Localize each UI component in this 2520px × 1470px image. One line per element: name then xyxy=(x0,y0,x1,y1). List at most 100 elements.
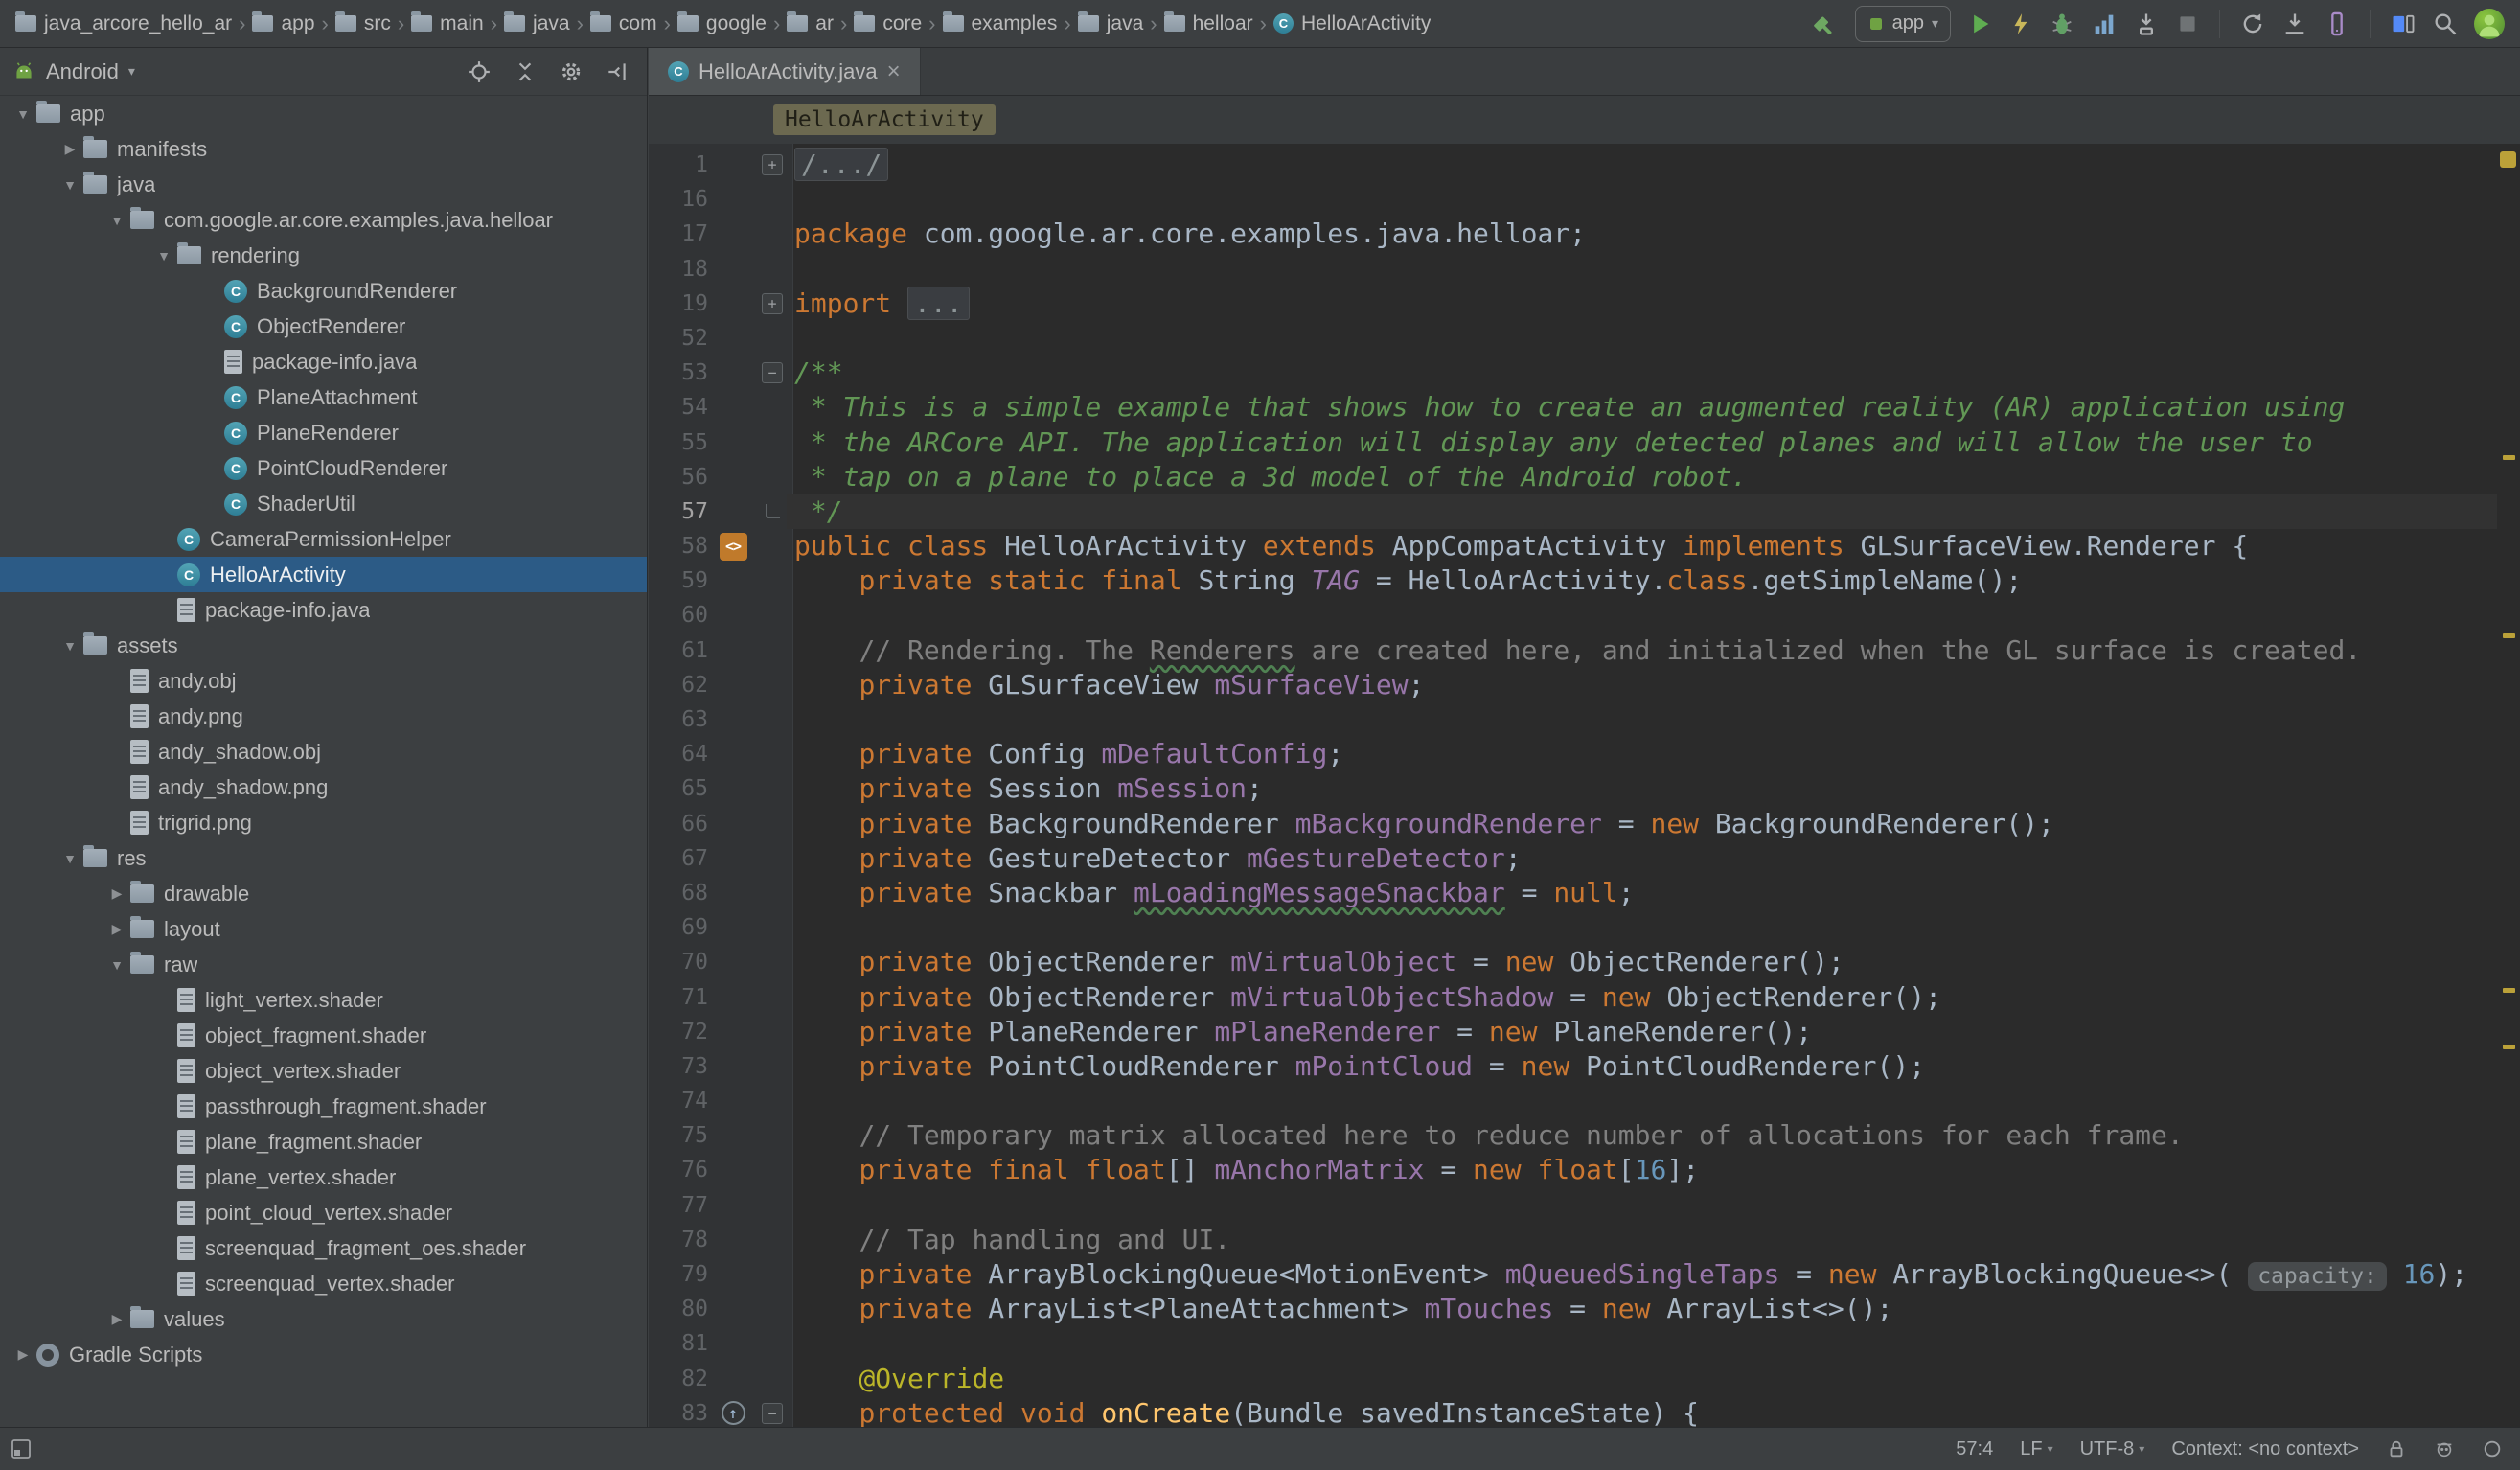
chevron-down-icon[interactable]: ▼ xyxy=(103,957,130,973)
breadcrumb-item-java-arcore-hello-ar[interactable]: java_arcore_hello_ar xyxy=(15,12,232,35)
tree-item-passthrough-fragment-shader[interactable]: passthrough_fragment.shader xyxy=(0,1089,647,1124)
locate-file-icon[interactable] xyxy=(467,59,492,84)
breadcrumb-item-com[interactable]: com xyxy=(590,12,657,35)
breadcrumb-item-java[interactable]: java xyxy=(1078,12,1144,35)
warning-stripe-mark[interactable] xyxy=(2503,633,2515,638)
project-view-selector[interactable]: Android ▾ xyxy=(11,59,135,84)
tree-item-assets[interactable]: ▼assets xyxy=(0,628,647,663)
tree-item-andy-shadow-png[interactable]: andy_shadow.png xyxy=(0,769,647,805)
chevron-down-icon[interactable]: ▼ xyxy=(57,177,83,193)
instant-run-bolt-icon[interactable] xyxy=(2008,11,2033,36)
tree-item-raw[interactable]: ▼raw xyxy=(0,947,647,982)
tree-item-point-cloud-vertex-shader[interactable]: point_cloud_vertex.shader xyxy=(0,1195,647,1230)
tree-item-pointcloudrenderer[interactable]: CPointCloudRenderer xyxy=(0,450,647,486)
breadcrumb-item-ar[interactable]: ar xyxy=(787,12,834,35)
tree-item-light-vertex-shader[interactable]: light_vertex.shader xyxy=(0,982,647,1018)
tree-item-screenquad-vertex-shader[interactable]: screenquad_vertex.shader xyxy=(0,1266,647,1301)
chevron-right-icon[interactable]: ▶ xyxy=(57,141,83,157)
inspections-profile-icon[interactable] xyxy=(2434,1438,2455,1459)
attach-debugger-icon[interactable] xyxy=(2133,11,2160,37)
tree-item-manifests[interactable]: ▶manifests xyxy=(0,131,647,167)
tree-item-gradle-scripts[interactable]: ▶Gradle Scripts xyxy=(0,1337,647,1372)
tree-item-planeattachment[interactable]: CPlaneAttachment xyxy=(0,379,647,415)
tree-item-andy-png[interactable]: andy.png xyxy=(0,699,647,734)
tree-item-drawable[interactable]: ▶drawable xyxy=(0,876,647,911)
run-config-selector[interactable]: app ▾ xyxy=(1855,6,1951,42)
readonly-lock-icon[interactable] xyxy=(2386,1438,2407,1459)
close-icon[interactable]: × xyxy=(887,61,901,82)
context-widget[interactable]: Context: <no context> xyxy=(2171,1438,2359,1460)
tree-item-objectrenderer[interactable]: CObjectRenderer xyxy=(0,309,647,344)
fold-marker-minus[interactable]: − xyxy=(762,362,783,383)
breadcrumb-item-main[interactable]: main xyxy=(411,12,484,35)
chevron-down-icon[interactable]: ▼ xyxy=(103,213,130,228)
fold-marker-minus[interactable]: − xyxy=(762,1403,783,1424)
device-manager-icon[interactable] xyxy=(2324,11,2350,37)
user-avatar[interactable] xyxy=(2474,9,2505,39)
collapse-all-icon[interactable] xyxy=(513,59,538,84)
profiler-icon[interactable] xyxy=(2091,11,2118,37)
sdk-download-icon[interactable] xyxy=(2281,11,2308,37)
settings-gear-icon[interactable] xyxy=(559,59,584,84)
notifications-icon[interactable] xyxy=(2482,1438,2503,1459)
tree-item-planerenderer[interactable]: CPlaneRenderer xyxy=(0,415,647,450)
tree-item-com-google-ar-core-examples-java-helloar[interactable]: ▼com.google.ar.core.examples.java.helloa… xyxy=(0,202,647,238)
debug-icon[interactable] xyxy=(2049,11,2075,37)
tree-item-values[interactable]: ▶values xyxy=(0,1301,647,1337)
tree-item-package-info-java[interactable]: package-info.java xyxy=(0,592,647,628)
gradle-sync-icon[interactable] xyxy=(2239,11,2266,37)
toolwindow-switcher-icon[interactable] xyxy=(10,1437,33,1460)
chevron-right-icon[interactable]: ▶ xyxy=(10,1346,36,1363)
search-icon[interactable] xyxy=(2432,11,2459,37)
tree-item-rendering[interactable]: ▼rendering xyxy=(0,238,647,273)
scrollbar-error-stripe[interactable] xyxy=(2497,144,2520,1427)
chevron-down-icon[interactable]: ▼ xyxy=(150,248,177,264)
fold-marker-plus[interactable]: + xyxy=(762,154,783,175)
related-xml-gutter-icon[interactable]: <> xyxy=(720,533,747,561)
encoding-widget[interactable]: UTF-8 ▾ xyxy=(2080,1438,2145,1460)
caret-position-widget[interactable]: 57:4 xyxy=(1956,1438,1993,1460)
breadcrumb-item-examples[interactable]: examples xyxy=(943,12,1058,35)
breadcrumb-item-app[interactable]: app xyxy=(252,12,314,35)
chevron-down-icon[interactable]: ▼ xyxy=(57,851,83,866)
tree-item-layout[interactable]: ▶layout xyxy=(0,911,647,947)
tree-item-app[interactable]: ▼app xyxy=(0,96,647,131)
tree-item-plane-fragment-shader[interactable]: plane_fragment.shader xyxy=(0,1124,647,1160)
chevron-down-icon[interactable]: ▼ xyxy=(10,106,36,122)
breadcrumb-item-core[interactable]: core xyxy=(854,12,922,35)
editor-tab-helloaractivity[interactable]: C HelloArActivity.java × xyxy=(649,48,921,95)
run-icon[interactable] xyxy=(1966,11,1993,37)
fold-marker-plus[interactable]: + xyxy=(762,293,783,314)
code-editor[interactable]: 1+/.../1617package com.google.ar.core.ex… xyxy=(649,144,2520,1427)
tree-item-object-fragment-shader[interactable]: object_fragment.shader xyxy=(0,1018,647,1053)
breadcrumb-item-helloaractivity[interactable]: CHelloArActivity xyxy=(1273,12,1431,35)
breadcrumb-item-java[interactable]: java xyxy=(504,12,570,35)
build-hammer-icon[interactable] xyxy=(1811,10,1840,38)
warning-stripe-mark[interactable] xyxy=(2503,455,2515,460)
tree-item-andy-obj[interactable]: andy.obj xyxy=(0,663,647,699)
chevron-down-icon[interactable]: ▼ xyxy=(57,638,83,654)
tree-item-backgroundrenderer[interactable]: CBackgroundRenderer xyxy=(0,273,647,309)
tree-item-shaderutil[interactable]: CShaderUtil xyxy=(0,486,647,521)
tree-item-helloaractivity[interactable]: CHelloArActivity xyxy=(0,557,647,592)
tree-item-object-vertex-shader[interactable]: object_vertex.shader xyxy=(0,1053,647,1089)
chevron-right-icon[interactable]: ▶ xyxy=(103,885,130,902)
chevron-right-icon[interactable]: ▶ xyxy=(103,921,130,937)
warning-stripe-mark[interactable] xyxy=(2503,988,2515,993)
tree-item-res[interactable]: ▼res xyxy=(0,840,647,876)
breadcrumb-item-helloar[interactable]: helloar xyxy=(1164,12,1253,35)
tree-item-package-info-java[interactable]: package-info.java xyxy=(0,344,647,379)
chevron-right-icon[interactable]: ▶ xyxy=(103,1311,130,1327)
hide-panel-icon[interactable] xyxy=(605,59,630,84)
tree-item-plane-vertex-shader[interactable]: plane_vertex.shader xyxy=(0,1160,647,1195)
fold-marker-end[interactable] xyxy=(766,504,780,518)
warning-stripe-mark[interactable] xyxy=(2503,1045,2515,1049)
line-separator-widget[interactable]: LF ▾ xyxy=(2020,1438,2052,1460)
breadcrumb-class-chip[interactable]: HelloArActivity xyxy=(773,104,996,135)
toolwindow-layout-icon[interactable] xyxy=(2390,11,2417,37)
override-gutter-icon[interactable]: ↑ xyxy=(722,1401,745,1425)
stop-icon[interactable] xyxy=(2175,11,2200,36)
tree-item-andy-shadow-obj[interactable]: andy_shadow.obj xyxy=(0,734,647,769)
tree-item-screenquad-fragment-oes-shader[interactable]: screenquad_fragment_oes.shader xyxy=(0,1230,647,1266)
breadcrumb-item-google[interactable]: google xyxy=(677,12,767,35)
